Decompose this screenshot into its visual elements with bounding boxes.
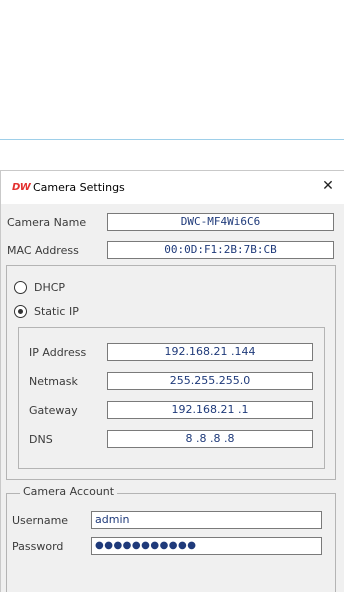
password-label: Password [12,540,64,553]
static-ip-label[interactable]: Static IP [34,305,79,318]
window-title: Camera Settings [33,181,125,194]
ip-address-field[interactable]: 192.168.21 .144 [107,343,313,361]
netmask-field[interactable]: 255.255.255.0 [107,372,313,390]
background-area [0,0,344,140]
camera-name-label: Camera Name [7,216,87,229]
camera-settings-dialog: DW Camera Settings ✕ Camera Name DWC-MF4… [0,170,344,592]
dns-label: DNS [29,433,53,446]
dw-logo-icon: DW [12,182,31,193]
camera-name-field[interactable]: DWC-MF4Wi6C6 [107,213,334,231]
username-label: Username [12,514,69,527]
gateway-label: Gateway [29,404,78,417]
dhcp-label[interactable]: DHCP [34,281,65,294]
screen: DW Camera Settings ✕ Camera Name DWC-MF4… [0,0,344,592]
title-bar[interactable]: DW Camera Settings ✕ [1,171,344,204]
gateway-field[interactable]: 192.168.21 .1 [107,401,313,419]
dns-field[interactable]: 8 .8 .8 .8 [107,430,313,448]
camera-account-legend: Camera Account [20,485,118,498]
mac-address-field[interactable]: 00:0D:F1:2B:7B:CB [107,241,334,259]
netmask-label: Netmask [29,375,78,388]
radio-selected-dot [18,309,23,314]
password-field[interactable]: ●●●●●●●●●●● [91,537,322,555]
close-icon[interactable]: ✕ [321,177,335,195]
dhcp-radio[interactable] [14,281,27,294]
mac-address-label: MAC Address [7,244,79,257]
ip-address-label: IP Address [29,346,87,359]
static-ip-radio[interactable] [14,305,27,318]
username-field[interactable]: admin [91,511,322,529]
accent-divider [0,139,344,140]
